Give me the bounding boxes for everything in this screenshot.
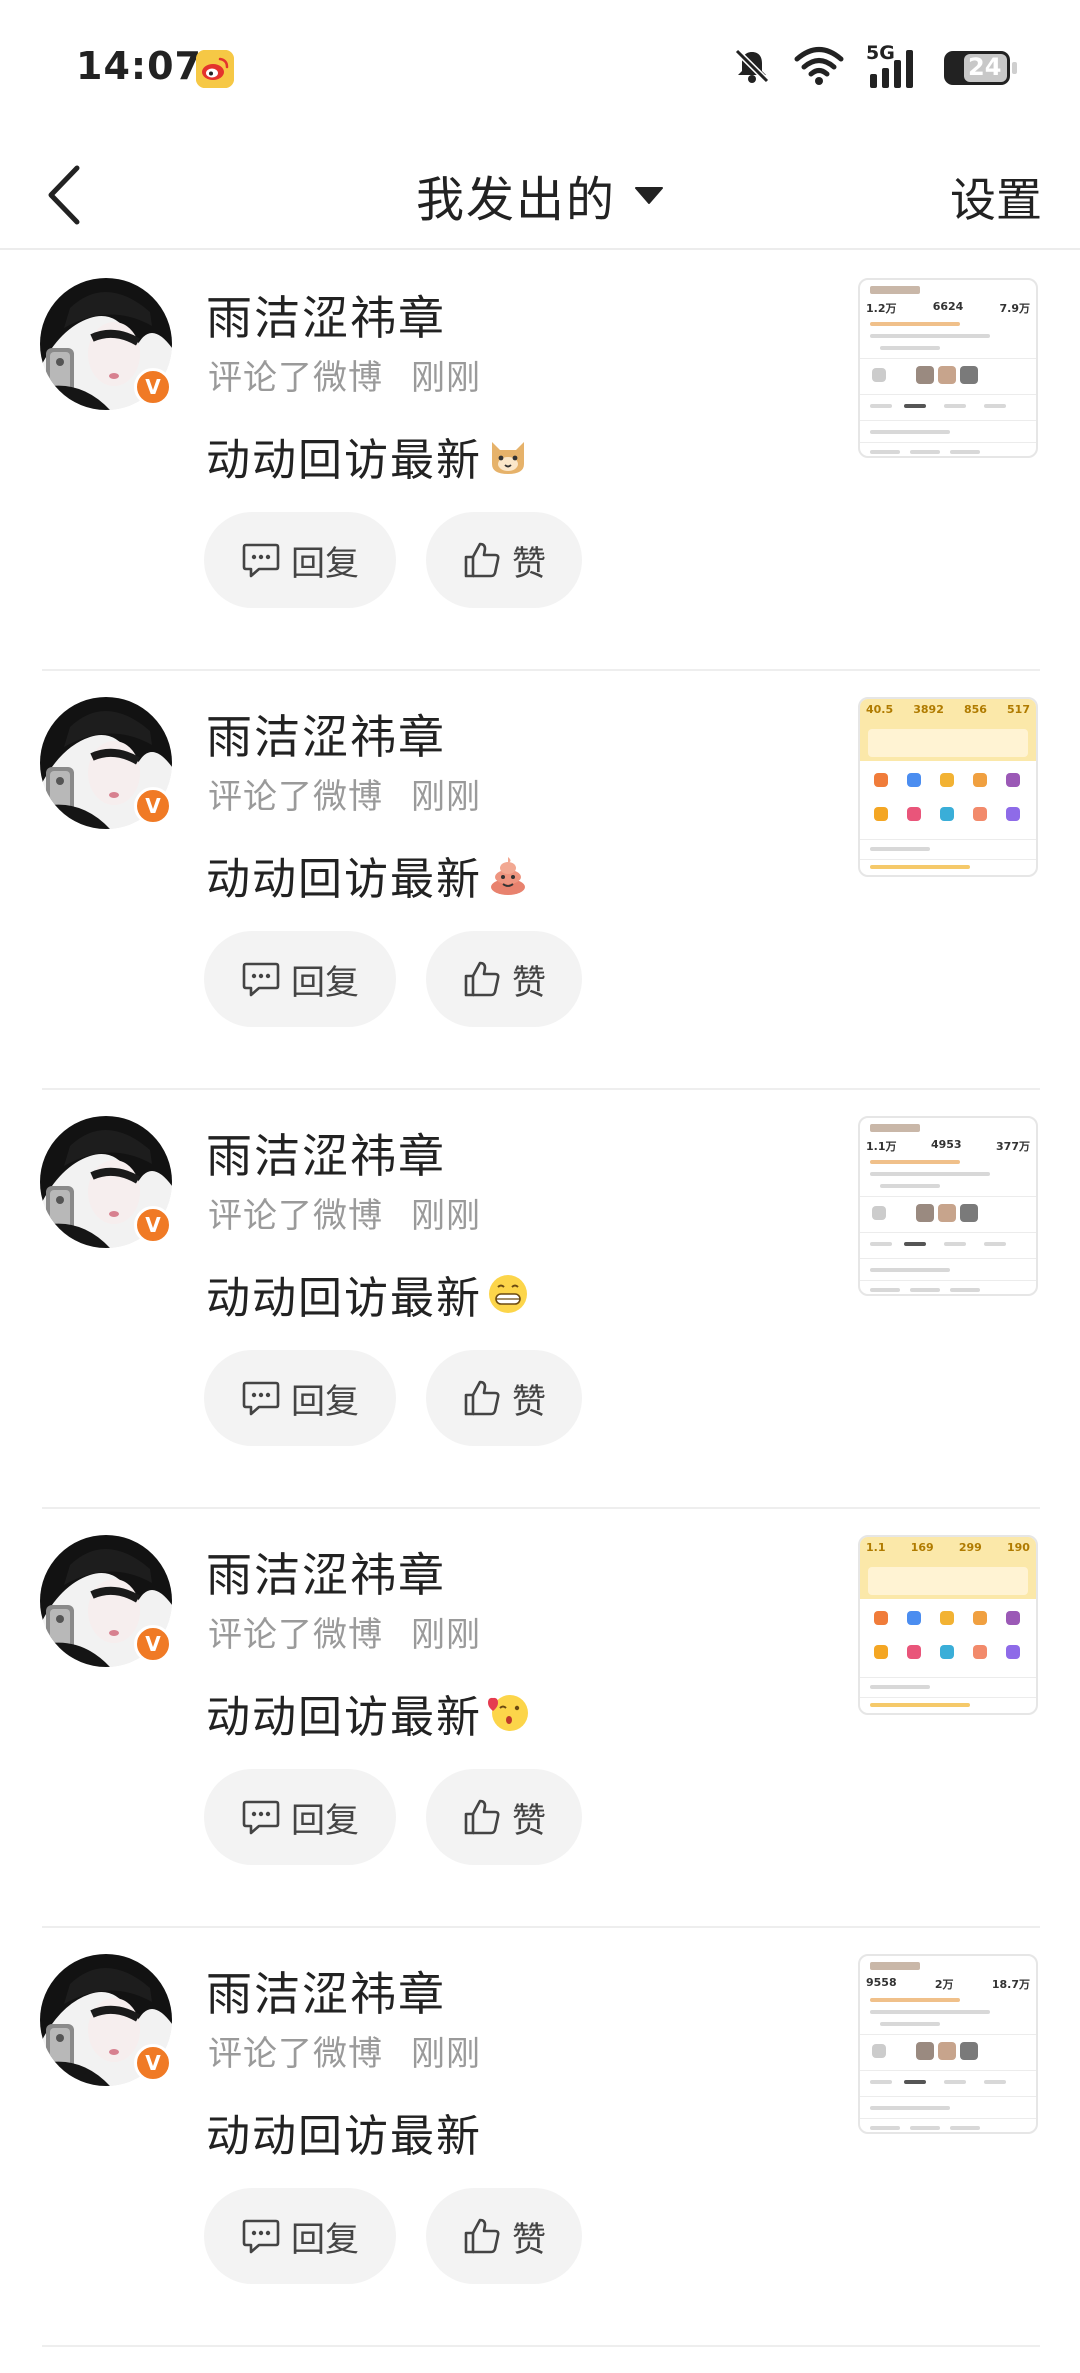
reply-label: 回复 (291, 962, 359, 1003)
comment-bubble-icon (242, 1800, 280, 1835)
like-button[interactable]: 赞 (426, 931, 582, 1027)
mute-bell-icon (732, 46, 772, 90)
reply-button[interactable]: 回复 (204, 1769, 396, 1865)
verified-badge-icon: V (134, 2044, 172, 2082)
action-text: 评论了微博 (208, 1196, 383, 1236)
status-time: 14:07 (76, 44, 202, 88)
reply-button[interactable]: 回复 (204, 1350, 396, 1446)
comment-bubble-icon (242, 1381, 280, 1416)
comment-text[interactable]: 动动回访最新 (206, 1681, 530, 1745)
nav-title-dropdown[interactable]: 我发出的 (0, 140, 1080, 250)
username[interactable]: 雨洁涩祎章 (206, 1958, 446, 2024)
reply-label: 回复 (291, 2219, 359, 2260)
like-label: 赞 (512, 2219, 546, 2260)
reply-button[interactable]: 回复 (204, 931, 396, 1027)
thumbs-up-icon (464, 2218, 500, 2254)
comment-text[interactable]: 动动回访最新 (206, 1262, 530, 1326)
like-button[interactable]: 赞 (426, 1769, 582, 1865)
caret-down-icon (635, 187, 663, 204)
reply-button[interactable]: 回复 (204, 2188, 396, 2284)
divider (42, 2345, 1040, 2347)
item-meta: 评论了微博 刚刚 (208, 1188, 481, 1237)
status-icons: 5G 24 (732, 42, 1017, 90)
status-bar: 14:07 5G 24 (0, 0, 1080, 140)
verified-badge-icon: V (134, 787, 172, 825)
comment-bubble-icon (242, 2219, 280, 2254)
comment-bubble-icon (242, 543, 280, 578)
comment-body: 动动回访最新 (206, 2111, 482, 2162)
comment-bubble-icon (242, 962, 280, 997)
action-text: 评论了微博 (208, 1615, 383, 1655)
weibo-thumbnail[interactable]: 40.5 3892 856 517 (858, 697, 1038, 877)
action-text: 评论了微博 (208, 777, 383, 817)
weibo-thumbnail[interactable]: 1.1 169 299 190 (858, 1535, 1038, 1715)
action-text: 评论了微博 (208, 2034, 383, 2074)
item-meta: 评论了微博 刚刚 (208, 769, 481, 818)
username[interactable]: 雨洁涩祎章 (206, 1120, 446, 1186)
username[interactable]: 雨洁涩祎章 (206, 282, 446, 348)
feed-item: V 雨洁涩祎章 评论了微博 刚刚 动动回访最新 回复 赞 40.5 3892 856 5… (0, 671, 1080, 1090)
feed-item: V 雨洁涩祎章 评论了微博 刚刚 动动回访最新 回复 赞 1.1万 4953 377万 (0, 1090, 1080, 1509)
timestamp: 刚刚 (411, 1196, 481, 1236)
timestamp: 刚刚 (411, 358, 481, 398)
settings-button[interactable]: 设置 (950, 164, 1042, 230)
like-button[interactable]: 赞 (426, 2188, 582, 2284)
like-label: 赞 (512, 543, 546, 584)
battery-level: 24 (968, 53, 1002, 81)
kiss-emoji-icon (486, 1691, 530, 1735)
verified-badge-icon: V (134, 1625, 172, 1663)
item-meta: 评论了微博 刚刚 (208, 2026, 481, 2075)
username[interactable]: 雨洁涩祎章 (206, 701, 446, 767)
comment-body: 动动回访最新 (206, 435, 482, 486)
like-button[interactable]: 赞 (426, 1350, 582, 1446)
item-meta: 评论了微博 刚刚 (208, 1607, 481, 1656)
thumbs-up-icon (464, 1380, 500, 1416)
verified-badge-icon: V (134, 1206, 172, 1244)
comment-body: 动动回访最新 (206, 1273, 482, 1324)
comment-body: 动动回访最新 (206, 854, 482, 905)
feed-item: V 雨洁涩祎章 评论了微博 刚刚 动动回访最新 回复 赞 1.1 169 299 190 (0, 1509, 1080, 1928)
comment-text[interactable]: 动动回访最新 (206, 2100, 482, 2164)
grin-emoji-icon (486, 1272, 530, 1316)
poop-emoji-icon (486, 853, 530, 897)
wifi-icon (794, 46, 844, 90)
like-label: 赞 (512, 1800, 546, 1841)
page-title: 我发出的 (415, 172, 616, 228)
reply-button[interactable]: 回复 (204, 512, 396, 608)
comment-feed: V 雨洁涩祎章 评论了微博 刚刚 动动回访最新 回复 赞 1.2万 6624 7.9万 (0, 252, 1080, 2347)
timestamp: 刚刚 (411, 1615, 481, 1655)
timestamp: 刚刚 (411, 777, 481, 817)
battery-icon: 24 (944, 51, 1017, 85)
feed-item: V 雨洁涩祎章 评论了微博 刚刚 动动回访最新 回复 赞 1.2万 6624 7.9万 (0, 252, 1080, 671)
comment-text[interactable]: 动动回访最新 (206, 424, 530, 488)
action-text: 评论了微博 (208, 358, 383, 398)
reply-label: 回复 (291, 543, 359, 584)
reply-label: 回复 (291, 1381, 359, 1422)
weibo-thumbnail[interactable]: 9558 2万 18.7万 (858, 1954, 1038, 2134)
thumbs-up-icon (464, 961, 500, 997)
verified-badge-icon: V (134, 368, 172, 406)
reply-label: 回复 (291, 1800, 359, 1841)
comment-body: 动动回访最新 (206, 1692, 482, 1743)
weibo-thumbnail[interactable]: 1.2万 6624 7.9万 (858, 278, 1038, 458)
like-label: 赞 (512, 962, 546, 1003)
cat-emoji-icon (486, 434, 530, 478)
like-label: 赞 (512, 1381, 546, 1422)
comment-text[interactable]: 动动回访最新 (206, 843, 530, 907)
feed-item: V 雨洁涩祎章 评论了微博 刚刚 动动回访最新 回复 赞 9558 2万 18.7万 (0, 1928, 1080, 2347)
item-meta: 评论了微博 刚刚 (208, 350, 481, 399)
weibo-app-icon (196, 50, 234, 88)
thumbs-up-icon (464, 542, 500, 578)
5g-signal-icon: 5G (866, 42, 922, 90)
timestamp: 刚刚 (411, 2034, 481, 2074)
nav-bar: 我发出的 设置 (0, 140, 1080, 250)
weibo-thumbnail[interactable]: 1.1万 4953 377万 (858, 1116, 1038, 1296)
thumbs-up-icon (464, 1799, 500, 1835)
like-button[interactable]: 赞 (426, 512, 582, 608)
username[interactable]: 雨洁涩祎章 (206, 1539, 446, 1605)
